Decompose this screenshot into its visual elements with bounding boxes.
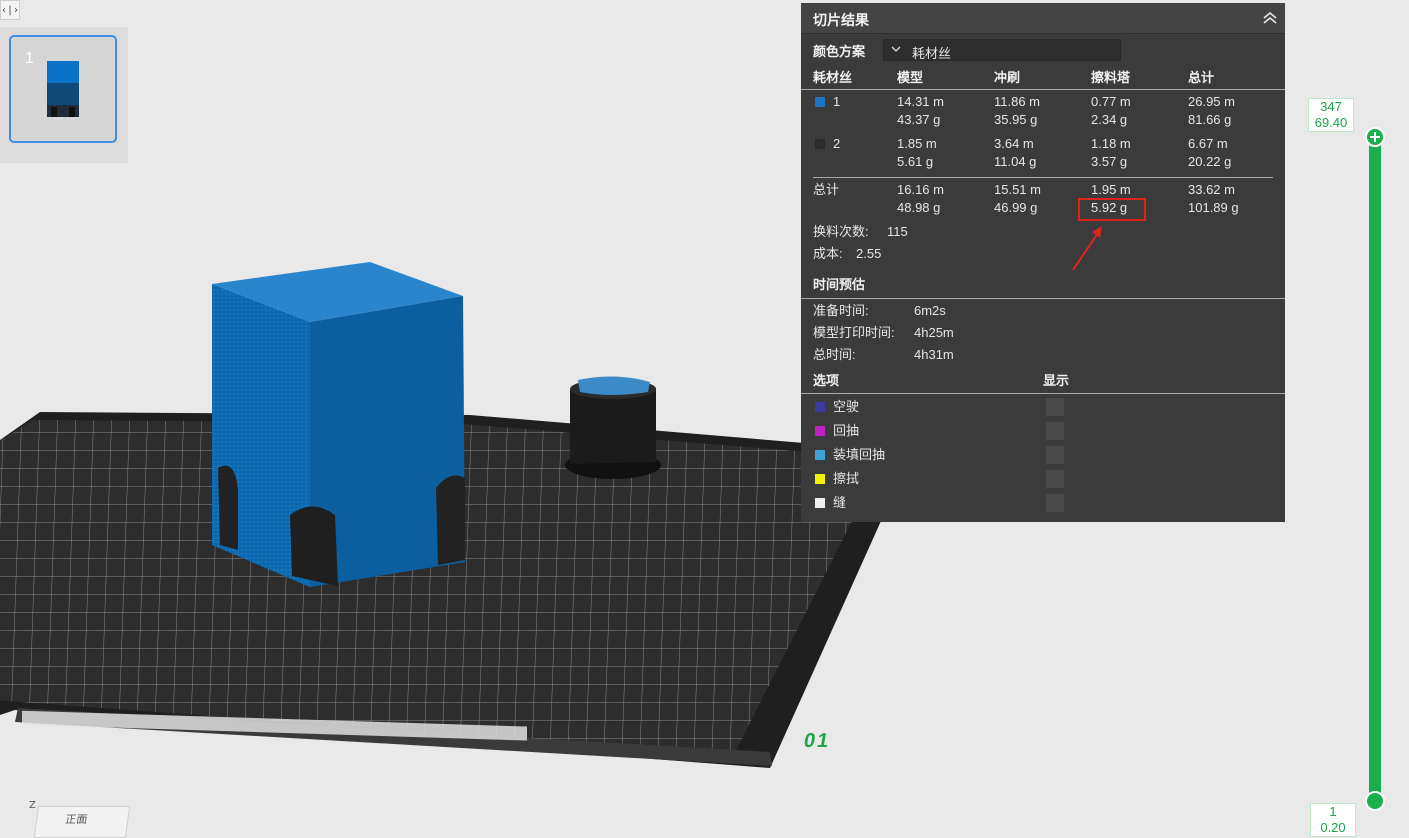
slice-results-panel: 切片结果 颜色方案 耗材丝 耗材丝 模型 冲刷 擦料塔 总计 1 14.31 m… (801, 3, 1285, 522)
plus-icon (1370, 132, 1380, 142)
divider (813, 177, 1273, 178)
time-section-title: 时间预估 (813, 277, 866, 292)
filament-1-total-weight: 81.66 g (1188, 112, 1232, 127)
annotation-arrow-icon (1072, 226, 1102, 271)
total-flush-weight: 46.99 g (994, 200, 1038, 215)
filament-1-tower-weight: 2.34 g (1091, 112, 1128, 127)
plate-number: 1 (25, 50, 34, 67)
top-layer-height: 69.40 (1314, 115, 1348, 130)
divider (801, 298, 1285, 299)
cost-value: 2.55 (856, 246, 882, 261)
color-scheme-label: 颜色方案 (813, 44, 866, 59)
total-time-value: 4h31m (914, 347, 954, 362)
option-travel-label: 空驶 (833, 399, 860, 414)
view-cube-label: 正面 (64, 813, 89, 826)
option-deretract-label: 装填回抽 (833, 447, 886, 462)
cost-label: 成本: (813, 246, 843, 261)
filament-1-flush-weight: 35.95 g (994, 112, 1038, 127)
option-wipe-toggle[interactable] (1046, 470, 1064, 488)
collapse-up-icon[interactable] (1261, 9, 1279, 27)
option-deretract-swatch (815, 450, 825, 460)
print-time-value: 4h25m (914, 325, 954, 340)
total-model-length: 16.16 m (897, 182, 944, 197)
filament-2-id: 2 (833, 136, 841, 151)
color-scheme-dropdown[interactable]: 耗材丝 (883, 39, 1121, 61)
option-retract-toggle[interactable] (1046, 422, 1064, 440)
option-travel-swatch (815, 402, 825, 412)
options-header: 选项 (813, 373, 840, 388)
collapse-arrows-icon: ‹|› (0, 4, 20, 16)
total-model-weight: 48.98 g (897, 200, 941, 215)
filament-1-tower-length: 0.77 m (1091, 94, 1131, 109)
sidebar-collapse-button[interactable]: ‹|› (0, 0, 20, 20)
total-time-label: 总时间: (813, 347, 856, 362)
option-retract-swatch (815, 426, 825, 436)
total-total-weight: 101.89 g (1188, 200, 1239, 215)
option-seam-label: 缝 (833, 495, 847, 510)
option-deretract-toggle[interactable] (1046, 446, 1064, 464)
panel-title: 切片结果 (813, 12, 869, 28)
filament-2-total-length: 6.67 m (1188, 136, 1228, 151)
filament-1-flush-length: 11.86 m (994, 94, 1041, 109)
layer-slider-top-label: 347 69.40 (1308, 98, 1354, 132)
black-cylinder-model (565, 376, 661, 479)
filament-2-tower-weight: 3.57 g (1091, 154, 1128, 169)
change-count-value: 115 (887, 224, 908, 239)
divider (801, 89, 1285, 90)
option-seam-swatch (815, 498, 825, 508)
plate-thumbnail[interactable]: 1 (9, 35, 117, 143)
column-filament: 耗材丝 (813, 70, 853, 85)
filament-1-id: 1 (833, 94, 841, 109)
filament-2-swatch (815, 139, 825, 149)
top-layer-number: 347 (1320, 99, 1342, 114)
filament-1-model-weight: 43.37 g (897, 112, 941, 127)
highlight-annotation-box (1078, 198, 1146, 221)
layer-slider-bottom-handle[interactable] (1365, 791, 1385, 811)
bottom-layer-height: 0.20 (1320, 820, 1346, 835)
filament-2-flush-length: 3.64 m (994, 136, 1034, 151)
layer-slider-top-handle[interactable] (1365, 127, 1385, 147)
total-tower-length: 1.95 m (1091, 182, 1131, 197)
column-prime-tower: 擦料塔 (1091, 70, 1131, 85)
blue-tower-model (212, 262, 465, 587)
plate-label: 01 (802, 730, 833, 752)
option-seam-toggle[interactable] (1046, 494, 1064, 512)
prep-time-value: 6m2s (914, 303, 946, 318)
prep-time-label: 准备时间: (813, 303, 869, 318)
change-count-label: 换料次数: (813, 224, 869, 239)
filament-2-model-length: 1.85 m (897, 136, 937, 151)
color-scheme-value: 耗材丝 (912, 46, 952, 61)
column-total: 总计 (1188, 70, 1215, 85)
print-time-label: 模型打印时间: (813, 325, 895, 340)
filament-2-tower-length: 1.18 m (1091, 136, 1131, 151)
chevron-down-icon (891, 46, 901, 52)
column-flush: 冲刷 (994, 70, 1021, 85)
divider (801, 393, 1285, 394)
option-wipe-label: 擦拭 (833, 471, 860, 486)
plate-thumbnail-model (47, 61, 79, 117)
view-cube[interactable]: 正面 (33, 806, 131, 838)
filament-2-model-weight: 5.61 g (897, 154, 934, 169)
total-row-label: 总计 (813, 182, 840, 197)
panel-header: 切片结果 (801, 3, 1285, 34)
option-travel-toggle[interactable] (1046, 398, 1064, 416)
total-flush-length: 15.51 m (994, 182, 1041, 197)
option-retract-label: 回抽 (833, 423, 860, 438)
layer-slider-track[interactable] (1369, 136, 1381, 802)
z-axis-label: Z (29, 800, 36, 811)
filament-1-total-length: 26.95 m (1188, 94, 1235, 109)
display-header: 显示 (1043, 373, 1070, 388)
total-total-length: 33.62 m (1188, 182, 1235, 197)
column-model: 模型 (897, 70, 924, 85)
filament-2-total-weight: 20.22 g (1188, 154, 1232, 169)
bottom-layer-number: 1 (1329, 804, 1337, 819)
layer-slider-bottom-label: 1 0.20 (1310, 803, 1356, 837)
filament-1-swatch (815, 97, 825, 107)
option-wipe-swatch (815, 474, 825, 484)
filament-2-flush-weight: 11.04 g (994, 154, 1037, 169)
filament-1-model-length: 14.31 m (897, 94, 944, 109)
